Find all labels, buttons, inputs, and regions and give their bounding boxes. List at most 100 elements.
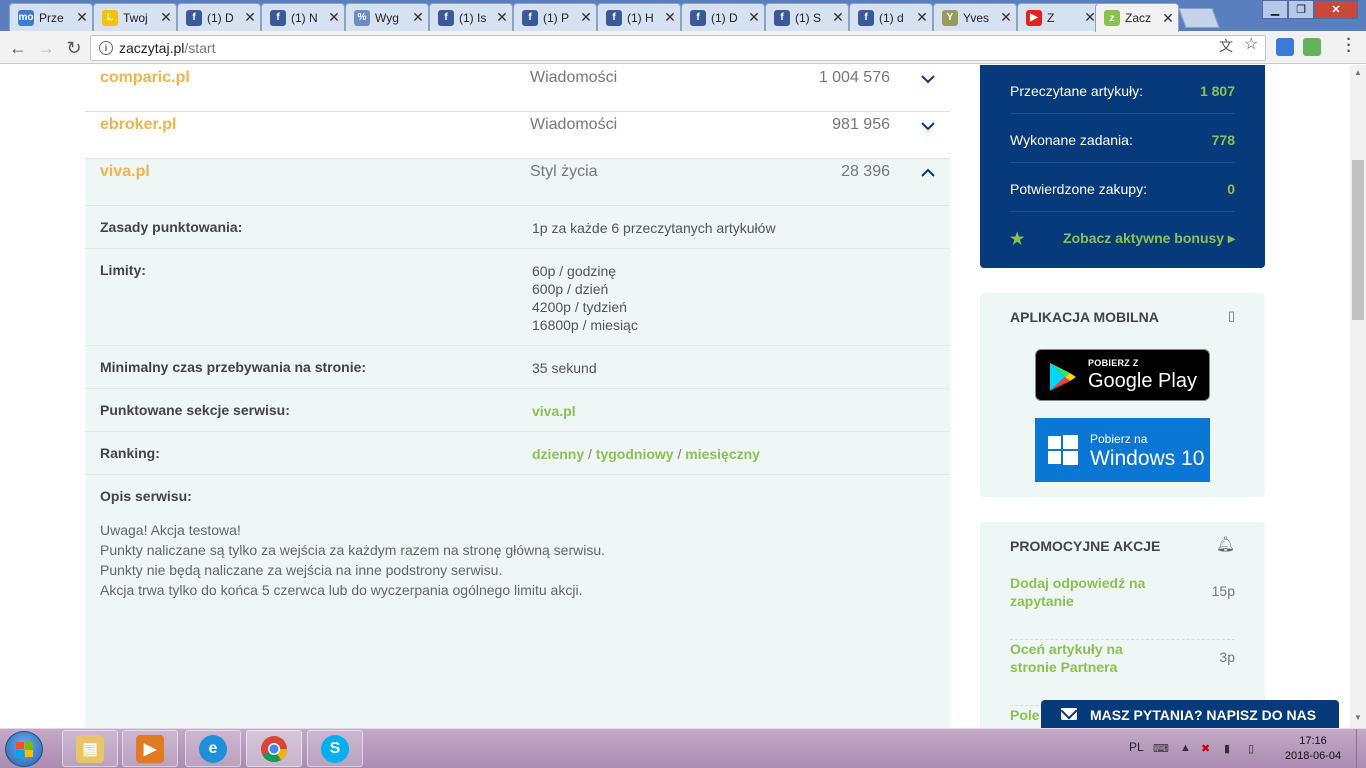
browser-menu-icon[interactable]: · · · [1344, 32, 1354, 60]
tab-favicon-icon: f [690, 9, 706, 26]
service-row[interactable]: ebroker.pl Wiadomości 981 956 [85, 112, 950, 159]
contact-us-button[interactable]: MASZ PYTANIA? NAPISZ DO NAS [1041, 700, 1339, 728]
service-row[interactable]: comparic.pl Wiadomości 1 004 576 [85, 65, 950, 112]
page-viewport: comparic.pl Wiadomości 1 004 576 ebroker.pl… [0, 65, 1350, 728]
minimize-button[interactable]: ▁ [1262, 0, 1288, 19]
browser-tab[interactable]: f (1) P ✕ [513, 3, 597, 31]
browser-tab[interactable]: f (1) d ✕ [849, 3, 933, 31]
tab-favicon-icon: f [438, 9, 454, 26]
chevron-down-icon[interactable] [920, 71, 936, 87]
signal-icon[interactable]: ▮ [1224, 742, 1236, 755]
maximize-button[interactable]: ❐ [1288, 0, 1314, 19]
promo-item-label: Oceń artykuły na stronie Partnera [1010, 641, 1123, 675]
tab-close-icon[interactable]: ✕ [496, 9, 508, 26]
tray-arrow-icon[interactable]: ▲ [1180, 742, 1192, 754]
active-bonuses-link[interactable]: ★ Zobacz aktywne bonusy ▸ [1010, 228, 1235, 248]
windows-logo-icon [1048, 435, 1078, 465]
taskbar-skype[interactable]: S [307, 730, 363, 767]
page-scrollbar[interactable]: ▲ ▼ [1350, 65, 1366, 728]
tab-close-icon[interactable]: ✕ [832, 9, 844, 26]
browser-tab[interactable]: f (1) H ✕ [597, 3, 681, 31]
service-count: 981 956 [832, 116, 890, 133]
browser-tab[interactable]: mo Prze ✕ [9, 3, 93, 31]
scroll-up-icon[interactable]: ▲ [1353, 68, 1363, 77]
section-link[interactable]: viva.pl [532, 403, 576, 419]
address-bar[interactable]: i zaczytaj.pl/start [90, 35, 1266, 61]
scroll-down-icon[interactable]: ▼ [1353, 713, 1363, 722]
tab-close-icon[interactable]: ✕ [328, 9, 340, 26]
forward-button[interactable]: → [34, 36, 58, 60]
back-button[interactable]: ← [6, 36, 30, 60]
tab-close-icon[interactable]: ✕ [76, 9, 88, 26]
tab-close-icon[interactable]: ✕ [748, 9, 760, 26]
taskbar-internet-explorer[interactable]: e [185, 730, 241, 767]
tab-close-icon[interactable]: ✕ [1000, 9, 1012, 26]
reload-button[interactable]: ↻ [62, 36, 86, 60]
description-line: Punkty nie będą naliczane za wejścia na … [100, 562, 503, 578]
language-indicator[interactable]: PL [1129, 740, 1144, 754]
tab-close-icon[interactable]: ✕ [664, 9, 676, 26]
browser-tab[interactable]: ▶ Z ✕ [1017, 3, 1101, 31]
tab-favicon-icon: f [186, 9, 202, 26]
ranking-weekly-link[interactable]: tygodniowy [596, 446, 674, 462]
tab-close-icon[interactable]: ✕ [160, 9, 172, 26]
envelope-icon [1061, 708, 1077, 720]
limits-list: 60p / godzinę 600p / dzień 4200p / tydzi… [532, 262, 638, 334]
description-line: Uwaga! Akcja testowa! [100, 522, 241, 538]
keyboard-icon[interactable]: ⌨ [1153, 742, 1169, 755]
translate-icon[interactable]: 文 [1219, 36, 1233, 56]
google-play-button[interactable]: POBIERZ Z Google Play [1035, 349, 1210, 401]
browser-tab[interactable]: % Wyg ✕ [345, 3, 429, 31]
extension-icon[interactable] [1276, 38, 1294, 56]
limit-item: 60p / godzinę [532, 263, 617, 279]
extension-icon[interactable] [1303, 38, 1321, 56]
windows-taskbar: ▤ ▶ e S PL ⌨ ▲ ✖ ▮ ▯ 17:16 2018-06-04 [0, 728, 1366, 768]
browser-tab[interactable]: f (1) N ✕ [261, 3, 345, 31]
browser-toolbar: ← → ↻ i zaczytaj.pl/start 文 ☆ · · · [0, 31, 1366, 64]
service-name-link[interactable]: comparic.pl [100, 69, 190, 87]
tab-close-icon[interactable]: ✕ [580, 9, 592, 26]
system-clock[interactable]: 17:16 2018-06-04 [1284, 734, 1342, 764]
start-button[interactable] [5, 731, 43, 767]
tab-close-icon[interactable]: ✕ [916, 9, 928, 26]
browser-tab[interactable]: Y Yves ✕ [933, 3, 1017, 31]
info-icon[interactable]: i [99, 41, 113, 55]
browser-tab[interactable]: f (1) Is ✕ [429, 3, 513, 31]
service-row[interactable]: viva.pl Styl życia 28 396 [85, 159, 950, 206]
taskbar-explorer[interactable]: ▤ [62, 730, 118, 767]
media-player-icon: ▶ [136, 734, 164, 763]
close-window-button[interactable]: ✕ [1314, 0, 1358, 19]
tab-title: Twoj [123, 10, 148, 25]
taskbar-media-player[interactable]: ▶ [122, 730, 178, 767]
scrollbar-thumb[interactable] [1352, 160, 1364, 320]
browser-tab[interactable]: f (1) S ✕ [765, 3, 849, 31]
network-warning-icon[interactable]: ✖ [1201, 742, 1213, 755]
tab-close-icon[interactable]: ✕ [1162, 10, 1174, 27]
new-tab-button[interactable] [1178, 8, 1220, 28]
battery-icon[interactable]: ▯ [1248, 742, 1260, 755]
chevron-down-icon[interactable] [920, 118, 936, 134]
promo-item[interactable]: Dodaj odpowiedź na zapytanie 15p [1010, 574, 1235, 640]
tab-close-icon[interactable]: ✕ [412, 9, 424, 26]
active-bonuses-label: Zobacz aktywne bonusy ▸ [1063, 230, 1235, 246]
promo-item[interactable]: Oceń artykuły na stronie Partnera 3p [1010, 640, 1235, 706]
service-name-link[interactable]: viva.pl [100, 163, 150, 181]
tab-favicon-icon: f [858, 9, 874, 26]
browser-tab[interactable]: z Zacz ✕ [1095, 3, 1179, 32]
service-name-link[interactable]: ebroker.pl [100, 116, 176, 134]
ranking-monthly-link[interactable]: miesięczny [685, 446, 760, 462]
windows-store-button[interactable]: Pobierz na Windows 10 [1035, 418, 1210, 482]
url-host: zaczytaj.pl [119, 40, 185, 56]
chrome-icon [261, 735, 288, 762]
browser-tab[interactable]: f (1) D ✕ [681, 3, 765, 31]
show-desktop-button[interactable] [1356, 729, 1366, 768]
tab-close-icon[interactable]: ✕ [244, 9, 256, 26]
ranking-daily-link[interactable]: dzienny [532, 446, 584, 462]
chevron-up-icon[interactable] [920, 165, 936, 181]
taskbar-chrome[interactable] [246, 730, 302, 767]
bookmark-star-icon[interactable]: ☆ [1244, 34, 1258, 54]
contact-us-label: MASZ PYTANIA? NAPISZ DO NAS [1090, 707, 1317, 723]
browser-tab[interactable]: L Twoj ✕ [93, 3, 177, 31]
detail-label: Zasady punktowania: [100, 219, 243, 235]
browser-tab[interactable]: f (1) D ✕ [177, 3, 261, 31]
